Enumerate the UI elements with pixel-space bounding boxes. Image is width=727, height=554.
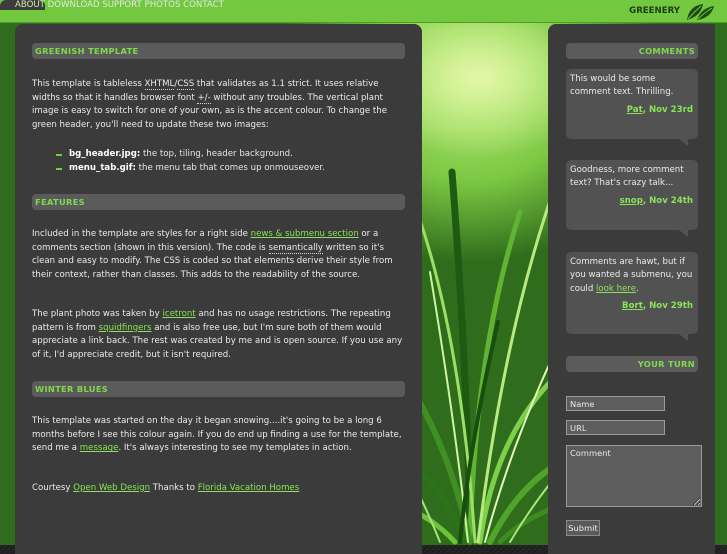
- section-title-winter-blues: WINTER BLUES: [32, 381, 405, 397]
- leaf-logo-icon[interactable]: [685, 2, 715, 21]
- speech-tail: [679, 139, 688, 146]
- section-title-greenish-template: GREENISH TEMPLATE: [32, 43, 405, 59]
- speech-tail: [679, 230, 688, 237]
- comment-author-link[interactable]: snop: [620, 196, 643, 206]
- look-here-link[interactable]: look here: [596, 284, 636, 294]
- comment-item: Comments are hawt, but if you wanted a s…: [566, 252, 698, 341]
- comment-item: Goodness, more comment text? That's craz…: [566, 160, 698, 237]
- list-item: bg_header.jpg: the top, tiling, header b…: [56, 148, 325, 162]
- comment-author-link[interactable]: Pat: [627, 105, 643, 115]
- comment-item: This would be some comment text. Thrilli…: [566, 69, 698, 146]
- section-title-features: FEATURES: [32, 194, 405, 210]
- comment-meta: Bort, Nov 29th: [622, 301, 693, 312]
- site-brand-name: GREENERY: [629, 6, 680, 16]
- credits-paragraph: The plant photo was taken by icetront an…: [32, 309, 403, 361]
- comment-text: Comments are hawt, but if you wanted a s…: [570, 257, 693, 294]
- florida-vacation-homes-link[interactable]: Florida Vacation Homes: [198, 483, 299, 493]
- top-navigation-bar: ABOUT DOWNLOAD SUPPORT PHOTOS CONTACT GR…: [0, 0, 727, 23]
- nav-tab-photos[interactable]: PHOTOS: [145, 0, 181, 10]
- comment-text: Goodness, more comment text? That's craz…: [570, 165, 684, 189]
- message-link[interactable]: message: [80, 443, 119, 453]
- open-web-design-link[interactable]: Open Web Design: [73, 483, 150, 493]
- nav-tab-contact[interactable]: CONTACT: [183, 0, 224, 10]
- comment-meta: Pat, Nov 23rd: [626, 104, 693, 115]
- comment-author-link[interactable]: Bort: [622, 301, 643, 311]
- nav-tab-download[interactable]: DOWNLOAD: [48, 0, 100, 10]
- your-turn-title: YOUR TURN: [566, 356, 698, 372]
- comments-title: COMMENTS: [566, 43, 698, 59]
- intro-paragraph: This template is tableless XHTML/CSS tha…: [32, 79, 387, 131]
- courtesy-line: Courtesy Open Web Design Thanks to Flori…: [32, 483, 300, 493]
- comment-textarea[interactable]: Comment: [566, 445, 702, 507]
- comment-meta: snop, Nov 24th: [619, 195, 693, 206]
- name-input[interactable]: [566, 396, 665, 411]
- url-input[interactable]: [566, 420, 665, 435]
- speech-tail: [679, 334, 688, 341]
- squidfingers-link[interactable]: squidfingers: [99, 323, 152, 333]
- list-item: menu_tab.gif: the menu tab that comes up…: [56, 162, 325, 176]
- icetront-link[interactable]: icetront: [162, 309, 195, 319]
- submit-button[interactable]: Submit: [566, 520, 600, 536]
- comment-text: This would be some comment text. Thrilli…: [570, 74, 674, 98]
- header-images-list: bg_header.jpg: the top, tiling, header b…: [56, 148, 325, 175]
- nav-tab-support[interactable]: SUPPORT: [102, 0, 141, 10]
- nav-tab-about[interactable]: ABOUT: [0, 0, 45, 10]
- winter-paragraph: This template was started on the day it …: [32, 416, 402, 454]
- features-paragraph: Included in the template are styles for …: [32, 229, 393, 281]
- news-submenu-link[interactable]: news & submenu section: [251, 229, 359, 239]
